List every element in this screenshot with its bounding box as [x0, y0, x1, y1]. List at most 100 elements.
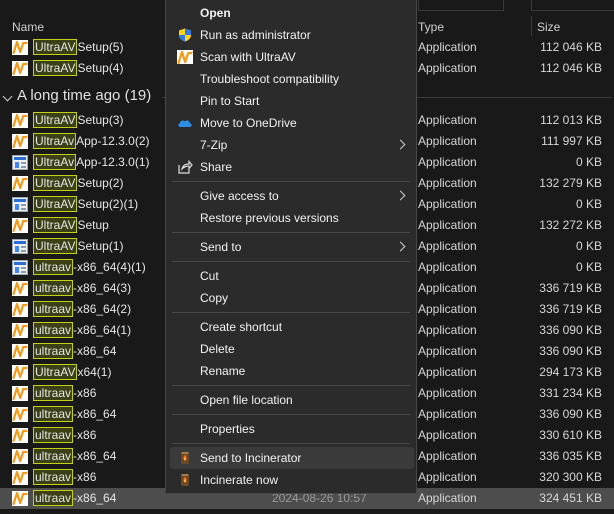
menu-item-label: Rename	[200, 364, 246, 378]
setup-file-icon	[12, 197, 28, 212]
ultraav-app-icon	[12, 449, 28, 464]
menu-item-send-to-incinerator[interactable]: Send to Incinerator	[170, 447, 414, 469]
file-type: Application	[418, 155, 477, 169]
column-divider[interactable]	[531, 16, 532, 36]
setup-file-icon	[12, 260, 28, 275]
search-highlight: UltraAV	[33, 60, 78, 76]
file-size: 0 KB	[575, 239, 602, 253]
menu-item-scan-with-ultraav[interactable]: Scan with UltraAV	[170, 46, 414, 68]
file-type: Application	[418, 61, 477, 75]
file-type: Application	[418, 134, 477, 148]
menu-item-label: Share	[200, 160, 233, 174]
file-type: Application	[418, 218, 477, 232]
file-size: 0 KB	[575, 197, 602, 211]
file-type: Application	[418, 113, 477, 127]
file-size: 336 719 KB	[539, 281, 602, 295]
file-name-rest: Setup(1)	[77, 239, 124, 253]
column-header-top-edge	[418, 0, 504, 11]
menu-item-label: Pin to Start	[200, 94, 260, 108]
file-name: ultraav -x86_64(2)	[33, 301, 132, 317]
ultraav-icon	[177, 50, 193, 65]
chevron-right-icon	[395, 190, 406, 201]
file-name-rest: -x86	[73, 428, 97, 442]
file-size: 336 090 KB	[539, 407, 602, 421]
menu-separator	[172, 181, 410, 182]
menu-item-move-to-onedrive[interactable]: Move to OneDrive	[170, 112, 414, 134]
chevron-right-icon	[395, 241, 406, 252]
ultraav-app-icon	[12, 40, 28, 55]
ultraav-app-icon	[12, 344, 28, 359]
column-type-header[interactable]: Type	[418, 20, 444, 34]
file-name-rest: Setup(2)	[77, 176, 124, 190]
menu-item-cut[interactable]: Cut	[170, 265, 414, 287]
menu-item-label: Copy	[200, 291, 229, 305]
menu-item-incinerate-now[interactable]: Incinerate now	[170, 469, 414, 491]
file-name-rest: -x86_64(2)	[73, 302, 132, 316]
file-name-rest: Setup(4)	[77, 61, 124, 75]
search-highlight: UltraAV	[33, 217, 78, 233]
file-name: UltraAv App-12.3.0(1)	[33, 154, 150, 170]
file-name: ultraav -x86_64	[33, 343, 117, 359]
menu-item-copy[interactable]: Copy	[170, 287, 414, 309]
file-type: Application	[418, 407, 477, 421]
menu-item-troubleshoot-compatibility[interactable]: Troubleshoot compatibility	[170, 68, 414, 90]
file-size: 331 234 KB	[539, 386, 602, 400]
file-name-rest: Setup(2)(1)	[77, 197, 139, 211]
menu-item-open-file-location[interactable]: Open file location	[170, 389, 414, 411]
file-size: 132 279 KB	[539, 176, 602, 190]
file-size: 324 451 KB	[539, 491, 602, 505]
file-type: Application	[418, 365, 477, 379]
file-name: ultraav -x86	[33, 469, 96, 485]
menu-item-label: Move to OneDrive	[200, 116, 297, 130]
file-size: 336 719 KB	[539, 302, 602, 316]
menu-item-label: Properties	[200, 422, 255, 436]
ultraav-app-icon	[12, 281, 28, 296]
column-name-header[interactable]: Name	[12, 20, 44, 34]
search-highlight: ultraav	[33, 343, 74, 359]
file-type: Application	[418, 239, 477, 253]
chevron-down-icon[interactable]	[2, 91, 13, 102]
menu-item-give-access-to[interactable]: Give access to	[170, 185, 414, 207]
file-name: UltraAV x64(1)	[33, 364, 111, 380]
menu-item-7-zip[interactable]: 7-Zip	[170, 134, 414, 156]
file-type: Application	[418, 449, 477, 463]
context-menu: Open Run as administrator Scan with UltraA…	[165, 0, 417, 494]
file-name: ultraav -x86_64(1)	[33, 322, 132, 338]
menu-item-restore-previous-versions[interactable]: Restore previous versions	[170, 207, 414, 229]
file-size: 336 035 KB	[539, 449, 602, 463]
menu-item-pin-to-start[interactable]: Pin to Start	[170, 90, 414, 112]
menu-item-delete[interactable]: Delete	[170, 338, 414, 360]
file-type: Application	[418, 470, 477, 484]
file-name-rest: -x86_64	[73, 449, 117, 463]
file-name-rest: Setup(3)	[77, 113, 124, 127]
file-name-rest: -x86_64(1)	[73, 323, 132, 337]
menu-item-share[interactable]: Share	[170, 156, 414, 178]
file-type: Application	[418, 428, 477, 442]
menu-item-properties[interactable]: Properties	[170, 418, 414, 440]
menu-item-label: 7-Zip	[200, 138, 228, 152]
file-size: 336 090 KB	[539, 323, 602, 337]
search-highlight: ultraav	[33, 469, 74, 485]
column-size-header[interactable]: Size	[537, 20, 560, 34]
group-title: A long time ago (19)	[17, 87, 152, 104]
file-name: UltraAV Setup(4)	[33, 60, 124, 76]
menu-item-label: Create shortcut	[200, 320, 283, 334]
menu-separator	[172, 414, 410, 415]
chevron-right-icon	[395, 139, 406, 150]
ultraav-app-icon	[12, 491, 28, 506]
incinerator-icon	[181, 452, 189, 464]
menu-item-label: Open file location	[200, 393, 293, 407]
ultraav-app-icon	[12, 218, 28, 233]
menu-item-send-to[interactable]: Send to	[170, 236, 414, 258]
file-type: Application	[418, 260, 477, 274]
menu-item-create-shortcut[interactable]: Create shortcut	[170, 316, 414, 338]
file-name-rest: -x86_64	[73, 344, 117, 358]
file-type: Application	[418, 176, 477, 190]
menu-item-open[interactable]: Open	[170, 2, 414, 24]
file-size: 320 300 KB	[539, 470, 602, 484]
menu-item-run-as-administrator[interactable]: Run as administrator	[170, 24, 414, 46]
search-highlight: ultraav	[33, 259, 74, 275]
file-type: Application	[418, 323, 477, 337]
file-type: Application	[418, 344, 477, 358]
menu-item-rename[interactable]: Rename	[170, 360, 414, 382]
